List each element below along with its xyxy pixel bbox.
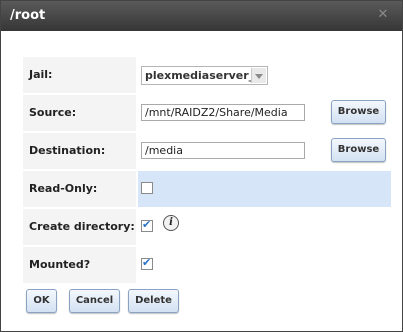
mounted-label: Mounted? xyxy=(29,258,91,271)
mounted-checkbox[interactable] xyxy=(141,256,153,270)
source-browse-button[interactable]: Browse xyxy=(331,100,386,124)
mounted-row: Mounted? xyxy=(23,247,391,283)
info-icon[interactable]: i xyxy=(163,215,179,231)
source-row: Source: /mnt/RAIDZ2/Share/Media Browse xyxy=(23,95,391,131)
chevron-down-icon[interactable] xyxy=(251,68,266,83)
dialog-titlebar: /root ✕ xyxy=(1,1,402,31)
read-only-label: Read-Only: xyxy=(29,182,98,195)
create-directory-row: Create directory: i xyxy=(23,209,391,245)
jail-select-value: plexmediaserver_1 xyxy=(145,69,262,82)
destination-row: Destination: /media Browse xyxy=(23,133,391,169)
ok-button[interactable]: OK xyxy=(26,289,57,313)
destination-label: Destination: xyxy=(29,144,106,157)
jail-row: Jail: plexmediaserver_1 xyxy=(23,57,391,93)
jail-label: Jail: xyxy=(29,68,53,81)
delete-button[interactable]: Delete xyxy=(128,289,179,313)
dialog-title: /root xyxy=(10,8,46,23)
source-label: Source: xyxy=(29,106,77,119)
close-icon[interactable]: ✕ xyxy=(376,8,390,22)
source-input[interactable]: /mnt/RAIDZ2/Share/Media xyxy=(141,104,305,121)
cancel-button[interactable]: Cancel xyxy=(69,289,120,313)
create-directory-label: Create directory: xyxy=(29,220,135,233)
create-directory-checkbox[interactable] xyxy=(141,218,153,232)
destination-input[interactable]: /media xyxy=(141,142,305,159)
destination-browse-button[interactable]: Browse xyxy=(331,138,386,162)
read-only-row: Read-Only: xyxy=(23,171,391,207)
jail-select[interactable]: plexmediaserver_1 xyxy=(141,66,268,85)
mountpoint-dialog: /root ✕ Jail: plexmediaserver_1 Source: … xyxy=(0,0,403,332)
read-only-checkbox[interactable] xyxy=(141,182,153,194)
